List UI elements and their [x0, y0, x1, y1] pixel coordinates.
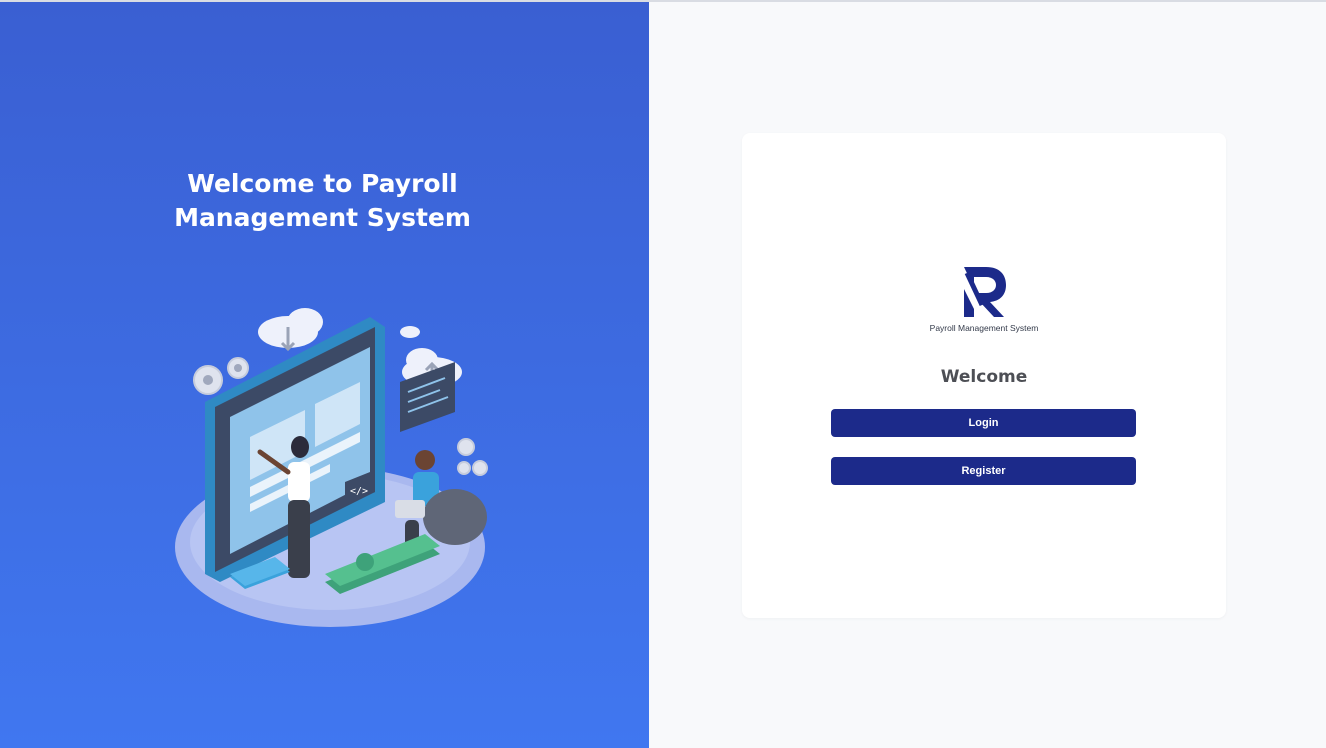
brand-logo: Payroll Management System [742, 265, 1226, 333]
landing-page: Welcome to Payroll Management System </>… [0, 0, 1326, 748]
register-button[interactable]: Register [831, 457, 1136, 485]
welcome-card: Payroll Management System Welcome Login … [742, 133, 1226, 618]
svg-text:</>: </> [350, 486, 368, 497]
brand-caption: Payroll Management System [929, 323, 1039, 333]
hero-title: Welcome to Payroll Management System [174, 169, 471, 232]
welcome-heading: Welcome [940, 367, 1028, 387]
payroll-team-illustration: </> [175, 308, 488, 627]
auth-panel: Payroll Management System Welcome Login … [649, 2, 1326, 748]
hero-panel: Welcome to Payroll Management System </> [0, 2, 649, 748]
r-logo-icon [964, 267, 1006, 317]
login-button[interactable]: Login [831, 409, 1136, 437]
